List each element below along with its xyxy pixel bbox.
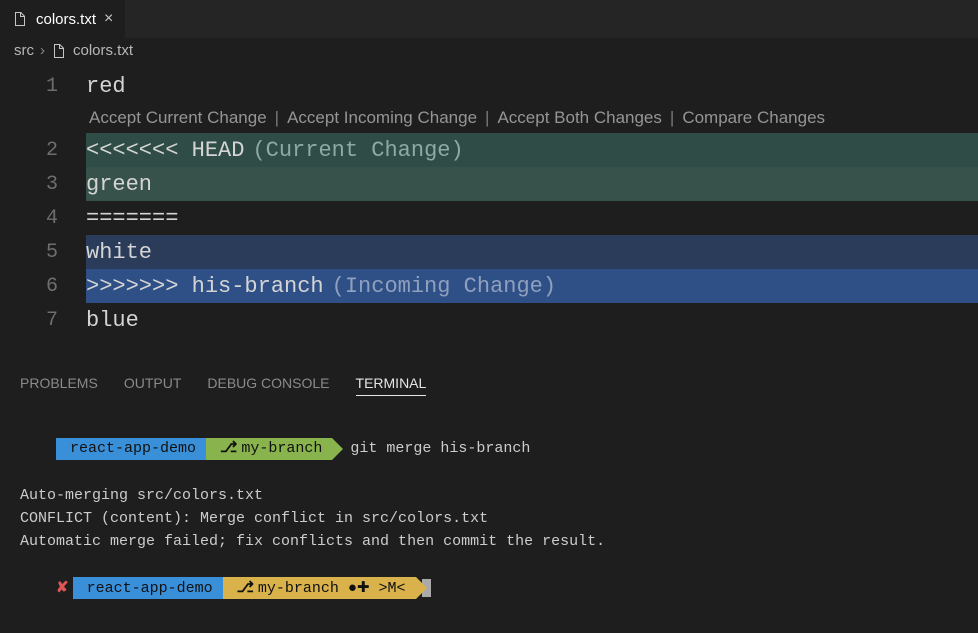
branch-icon: ⎇ bbox=[237, 577, 254, 600]
breadcrumb-folder[interactable]: src bbox=[14, 42, 34, 59]
branch-icon: ⎇ bbox=[220, 437, 237, 460]
close-icon[interactable]: × bbox=[104, 10, 113, 28]
accept-incoming-change[interactable]: Accept Incoming Change bbox=[284, 108, 480, 128]
conflict-incoming-marker[interactable]: >>>>>>> his-branch (Incoming Change) bbox=[86, 269, 978, 303]
prompt-dir: react-app-demo bbox=[56, 438, 206, 460]
line-number: 4 bbox=[0, 207, 86, 230]
prompt-branch-status: ⎇my-branch ●✚ >M< bbox=[223, 577, 416, 599]
terminal-output: CONFLICT (content): Merge conflict in sr… bbox=[20, 507, 958, 530]
code-line[interactable]: 2 <<<<<<< HEAD (Current Change) bbox=[0, 133, 978, 167]
code-text[interactable]: red bbox=[86, 69, 978, 103]
code-line[interactable]: 3 green bbox=[0, 167, 978, 201]
tab-problems[interactable]: PROBLEMS bbox=[20, 375, 98, 396]
tab-output[interactable]: OUTPUT bbox=[124, 375, 182, 396]
terminal-line: react-app-demo⎇my-branch git merge his-b… bbox=[20, 414, 958, 484]
tab-bar: colors.txt × bbox=[0, 0, 978, 38]
line-number: 5 bbox=[0, 241, 86, 264]
terminal-line: ✘react-app-demo⎇my-branch ●✚ >M< bbox=[20, 554, 958, 624]
breadcrumb: src › colors.txt bbox=[0, 38, 978, 65]
compare-changes[interactable]: Compare Changes bbox=[679, 108, 828, 128]
panel-tab-bar: PROBLEMS OUTPUT DEBUG CONSOLE TERMINAL bbox=[0, 365, 978, 404]
editor-tab[interactable]: colors.txt × bbox=[0, 0, 126, 38]
code-text[interactable]: green bbox=[86, 167, 978, 201]
terminal-output: Automatic merge failed; fix conflicts an… bbox=[20, 530, 958, 553]
code-line[interactable]: 6 >>>>>>> his-branch (Incoming Change) bbox=[0, 269, 978, 303]
error-icon: ✘ bbox=[56, 580, 69, 597]
chevron-right-icon: › bbox=[40, 42, 45, 59]
tab-debug-console[interactable]: DEBUG CONSOLE bbox=[207, 375, 329, 396]
tab-filename: colors.txt bbox=[36, 11, 96, 28]
code-line[interactable]: 5 white bbox=[0, 235, 978, 269]
accept-both-changes[interactable]: Accept Both Changes bbox=[494, 108, 664, 128]
tab-terminal[interactable]: TERMINAL bbox=[356, 375, 427, 396]
breadcrumb-file[interactable]: colors.txt bbox=[73, 42, 133, 59]
code-line[interactable]: 4 ======= bbox=[0, 201, 978, 235]
line-number: 1 bbox=[0, 75, 86, 98]
prompt-branch: ⎇my-branch bbox=[206, 438, 332, 460]
line-number: 7 bbox=[0, 309, 86, 332]
line-number: 3 bbox=[0, 173, 86, 196]
code-text[interactable]: blue bbox=[86, 303, 978, 337]
code-text[interactable]: white bbox=[86, 235, 978, 269]
file-icon bbox=[51, 43, 67, 59]
accept-current-change[interactable]: Accept Current Change bbox=[86, 108, 270, 128]
line-number: 6 bbox=[0, 275, 86, 298]
terminal-command: git merge his-branch bbox=[332, 440, 530, 457]
merge-codelens: Accept Current Change | Accept Incoming … bbox=[0, 103, 978, 133]
prompt-dir: react-app-demo bbox=[73, 577, 223, 599]
code-line[interactable]: 7 blue bbox=[0, 303, 978, 337]
conflict-head-marker[interactable]: <<<<<<< HEAD (Current Change) bbox=[86, 133, 978, 167]
editor[interactable]: 1 red Accept Current Change | Accept Inc… bbox=[0, 65, 978, 337]
conflict-separator[interactable]: ======= bbox=[86, 201, 978, 235]
file-icon bbox=[12, 11, 28, 27]
terminal[interactable]: react-app-demo⎇my-branch git merge his-b… bbox=[0, 404, 978, 633]
terminal-output: Auto-merging src/colors.txt bbox=[20, 484, 958, 507]
line-number: 2 bbox=[0, 139, 86, 162]
code-line[interactable]: 1 red bbox=[0, 69, 978, 103]
